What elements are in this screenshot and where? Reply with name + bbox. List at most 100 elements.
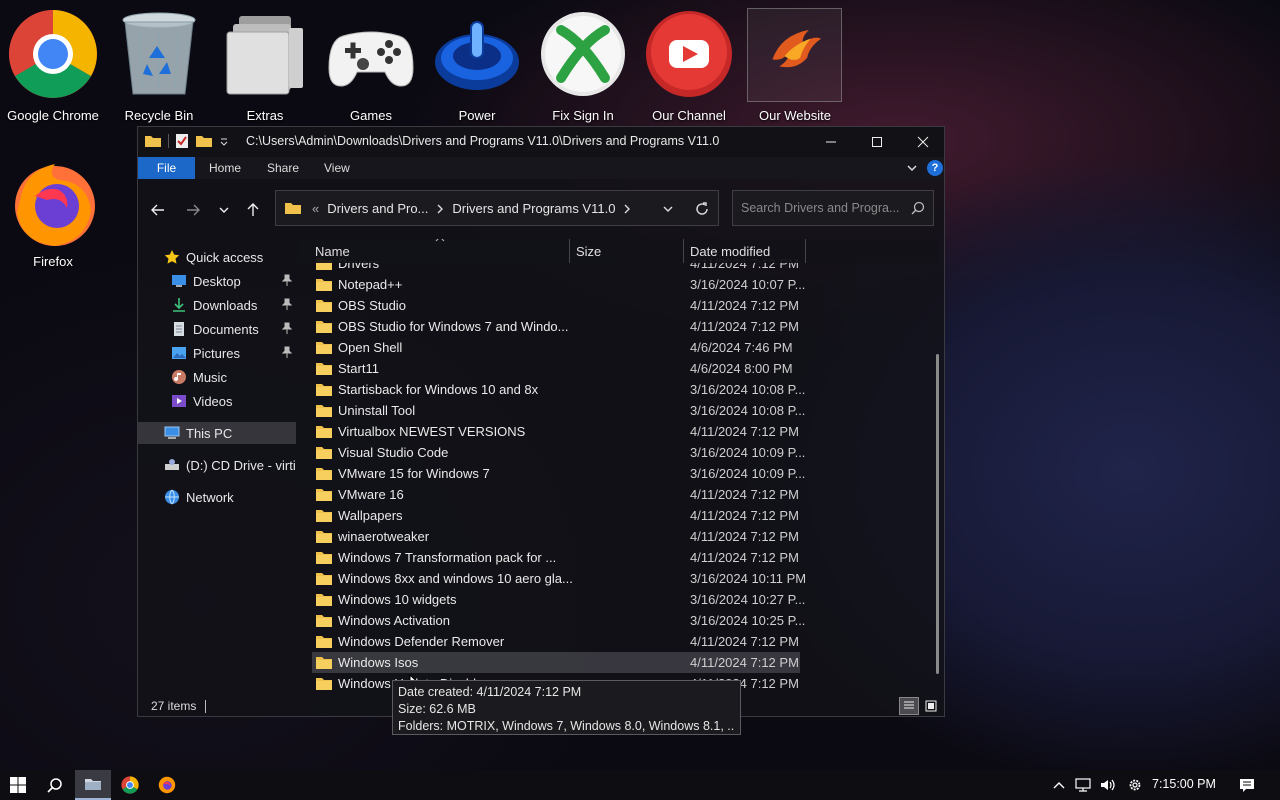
address-bar[interactable]: « Drivers and Pro... Drivers and Program… (275, 190, 719, 226)
tab-file[interactable]: File (138, 157, 195, 179)
refresh-icon[interactable] (694, 201, 710, 217)
file-row[interactable]: VMware 15 for Windows 7 3/16/2024 10:09 P… (312, 463, 805, 484)
file-row[interactable]: VMware 16 4/11/2024 7:12 PM (312, 484, 800, 505)
title-bar[interactable]: C:\Users\Admin\Downloads\Drivers and Pro… (138, 127, 944, 157)
nav-quick-access[interactable]: Quick access (138, 246, 296, 268)
forward-button[interactable] (180, 197, 206, 223)
folder-icon (316, 636, 332, 648)
tab-home[interactable]: Home (195, 157, 255, 179)
search-button[interactable] (37, 770, 73, 800)
file-row[interactable]: Windows Activation 3/16/2024 10:25 P... (312, 610, 805, 631)
file-row[interactable]: Windows Isos 4/11/2024 7:12 PM (312, 652, 800, 673)
back-button[interactable] (145, 197, 171, 223)
file-name: Wallpapers (338, 508, 403, 523)
close-button[interactable] (900, 127, 946, 157)
column-header-date-modified[interactable]: Date modified (690, 244, 770, 259)
file-list: Name Size Date modified Drivers 4/11/2024… (298, 239, 938, 694)
column-header-size[interactable]: Size (576, 244, 601, 259)
folder-icon (316, 300, 332, 312)
breadcrumb-overflow[interactable]: « (312, 201, 319, 216)
nav-videos[interactable]: Videos (138, 390, 296, 412)
nav-this-pc[interactable]: This PC (138, 422, 296, 444)
desktop-icon-our-channel[interactable]: Our Channel (636, 0, 742, 124)
file-row[interactable]: Visual Studio Code 3/16/2024 10:09 P... (312, 442, 805, 463)
minimize-button[interactable] (808, 127, 854, 157)
chrome-icon (9, 10, 97, 98)
ribbon-tabs: File Home Share View ? (138, 157, 944, 179)
firefox-icon (158, 776, 176, 794)
file-name: Startisback for Windows 10 and 8x (338, 382, 539, 397)
file-row[interactable]: OBS Studio for Windows 7 and Windo... 4/1… (312, 316, 800, 337)
details-view-button[interactable] (899, 697, 919, 715)
column-header-name[interactable]: Name (315, 244, 350, 259)
nav-cd-drive[interactable]: (D:) CD Drive - virtio-win (138, 454, 296, 476)
file-date-modified: 4/11/2024 7:12 PM (690, 319, 799, 334)
vertical-scrollbar[interactable] (933, 239, 941, 694)
file-row[interactable]: Open Shell 4/6/2024 7:46 PM (312, 337, 800, 358)
file-row[interactable]: winaerotweaker 4/11/2024 7:12 PM (312, 526, 800, 547)
large-icons-view-button[interactable] (921, 697, 941, 715)
column-separator[interactable] (569, 239, 570, 263)
taskbar-chrome[interactable] (112, 770, 148, 800)
expand-ribbon-icon[interactable] (906, 162, 918, 174)
chevron-down-icon[interactable] (219, 136, 229, 146)
taskbar-clock[interactable]: 7:15:00 PM (1152, 777, 1216, 791)
up-button[interactable] (240, 197, 266, 223)
file-row[interactable]: Windows 7 Transformation pack for ... 4/1… (312, 547, 800, 568)
chevron-right-icon[interactable] (436, 204, 444, 214)
desktop-icon-games[interactable]: Games (318, 0, 424, 124)
sort-ascending-icon (435, 239, 445, 242)
taskbar-file-explorer[interactable] (75, 770, 111, 800)
file-row[interactable]: Virtualbox NEWEST VERSIONS 4/11/2024 7:12… (312, 421, 800, 442)
show-hidden-icons-button[interactable] (1050, 770, 1068, 800)
nav-music[interactable]: Music (138, 366, 296, 388)
help-icon[interactable]: ? (927, 160, 943, 176)
desktop-icon-extras[interactable]: Extras (212, 0, 318, 124)
desktop-icon-google-chrome[interactable]: Google Chrome (0, 0, 106, 124)
desktop-icon-power[interactable]: Power (424, 0, 530, 124)
tab-view[interactable]: View (310, 157, 364, 179)
volume-tray-button[interactable] (1097, 770, 1119, 800)
nav-pictures[interactable]: Pictures (138, 342, 296, 364)
address-dropdown-icon[interactable] (662, 203, 674, 215)
file-row[interactable]: OBS Studio 4/11/2024 7:12 PM (312, 295, 800, 316)
start-button[interactable] (0, 770, 36, 800)
desktop-icon-fix-sign-in[interactable]: Fix Sign In (530, 0, 636, 124)
nav-network[interactable]: Network (138, 486, 296, 508)
file-row[interactable]: Windows Defender Remover 4/11/2024 7:12 P… (312, 631, 800, 652)
file-row[interactable]: Startisback for Windows 10 and 8x 3/16/20… (312, 379, 805, 400)
action-center-button[interactable] (1234, 770, 1260, 800)
breadcrumb-item[interactable]: Drivers and Pro... (327, 201, 428, 216)
file-row[interactable]: Windows 8xx and windows 10 aero gla... 3/… (312, 568, 806, 589)
properties-icon[interactable] (175, 133, 189, 149)
minimize-icon (826, 141, 836, 143)
nav-documents[interactable]: Documents (138, 318, 296, 340)
tab-share[interactable]: Share (253, 157, 313, 179)
chevron-right-icon[interactable] (623, 204, 631, 214)
download-icon (171, 297, 187, 313)
file-date-modified: 3/16/2024 10:08 P... (690, 403, 806, 418)
maximize-button[interactable] (854, 127, 900, 157)
file-date-modified: 4/11/2024 7:12 PM (690, 655, 799, 670)
column-separator[interactable] (683, 239, 684, 263)
file-row[interactable]: Start11 4/6/2024 8:00 PM (312, 358, 800, 379)
file-row[interactable]: Wallpapers 4/11/2024 7:12 PM (312, 505, 800, 526)
desktop-icon-firefox[interactable]: Firefox (0, 150, 106, 274)
settings-tray-button[interactable] (1124, 770, 1146, 800)
breadcrumb-item[interactable]: Drivers and Programs V11.0 (452, 201, 615, 216)
file-row[interactable]: Notepad++ 3/16/2024 10:07 P... (312, 274, 805, 295)
column-separator[interactable] (805, 239, 806, 263)
file-row[interactable]: Windows 10 widgets 3/16/2024 10:27 P... (312, 589, 805, 610)
nav-desktop[interactable]: Desktop (138, 270, 296, 292)
network-tray-button[interactable] (1072, 770, 1094, 800)
nav-label: Videos (193, 393, 233, 409)
desktop-icon-recycle-bin[interactable]: Recycle Bin (106, 0, 212, 124)
recent-locations-button[interactable] (211, 197, 237, 223)
nav-downloads[interactable]: Downloads (138, 294, 296, 316)
taskbar-firefox[interactable] (149, 770, 185, 800)
new-folder-icon[interactable] (195, 134, 213, 148)
file-row[interactable]: Uninstall Tool 3/16/2024 10:08 P... (312, 400, 805, 421)
file-name: Windows Defender Remover (338, 634, 505, 649)
scrollbar-thumb[interactable] (936, 354, 939, 674)
search-box[interactable]: Search Drivers and Progra... (732, 190, 934, 226)
